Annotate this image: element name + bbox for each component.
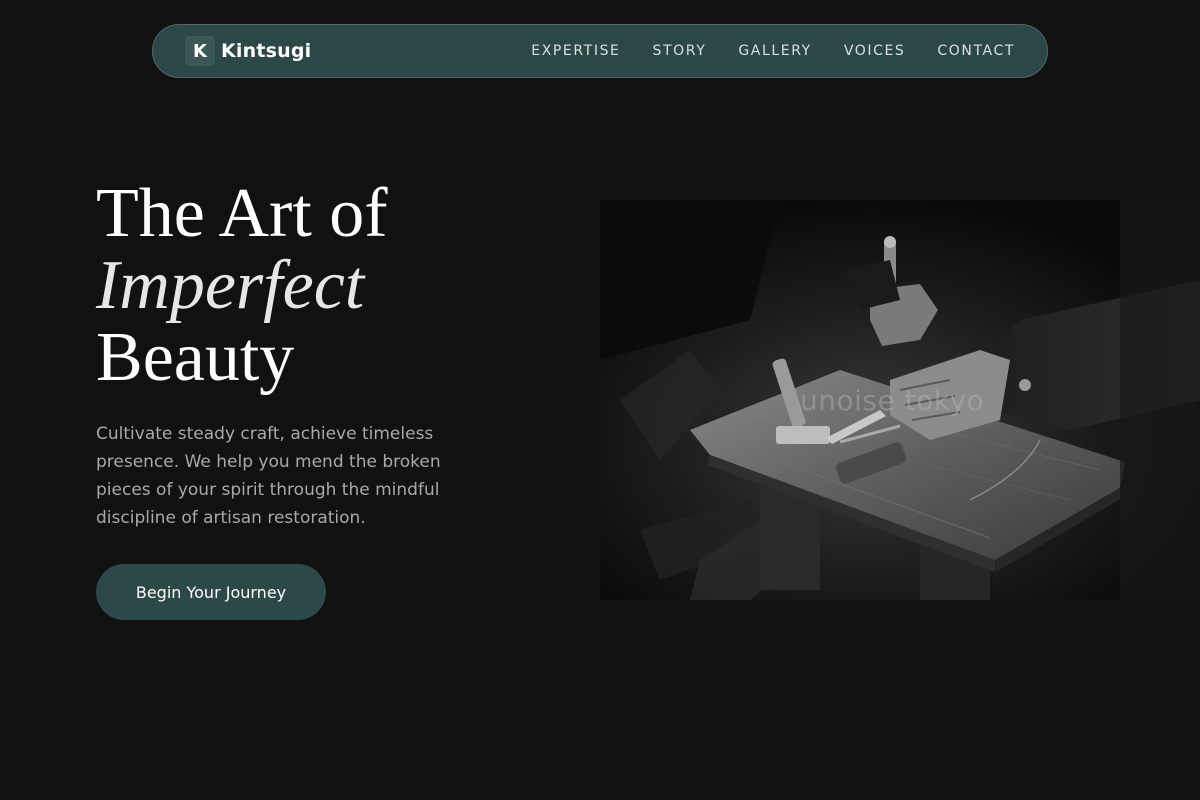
top-navigation: K Kintsugi EXPERTISE STORY GALLERY VOICE…: [152, 24, 1048, 78]
nav-links: EXPERTISE STORY GALLERY VOICES CONTACT: [531, 43, 1015, 59]
hero-description: Cultivate steady craft, achieve timeless…: [96, 424, 441, 528]
hero-title-line-2: Imperfect: [96, 247, 365, 324]
hero-title-line-3: Beauty: [96, 319, 295, 396]
nav-link-gallery[interactable]: GALLERY: [738, 43, 811, 59]
begin-journey-button[interactable]: Begin Your Journey: [96, 564, 326, 620]
nav-link-contact[interactable]: CONTACT: [937, 43, 1015, 59]
brand-mark-icon: K: [185, 36, 215, 66]
landing-page: K Kintsugi EXPERTISE STORY GALLERY VOICE…: [0, 0, 1200, 800]
brand-logo-link[interactable]: K Kintsugi: [185, 36, 311, 66]
nav-link-expertise[interactable]: EXPERTISE: [531, 43, 620, 59]
nav-link-voices[interactable]: VOICES: [844, 43, 906, 59]
nav-link-story[interactable]: STORY: [653, 43, 707, 59]
hero-title: The Art of Imperfect Beauty: [96, 178, 388, 394]
image-watermark: unoise tokyo: [800, 384, 985, 417]
brand-name: Kintsugi: [221, 40, 312, 62]
hero-title-line-1: The Art of: [96, 175, 388, 252]
